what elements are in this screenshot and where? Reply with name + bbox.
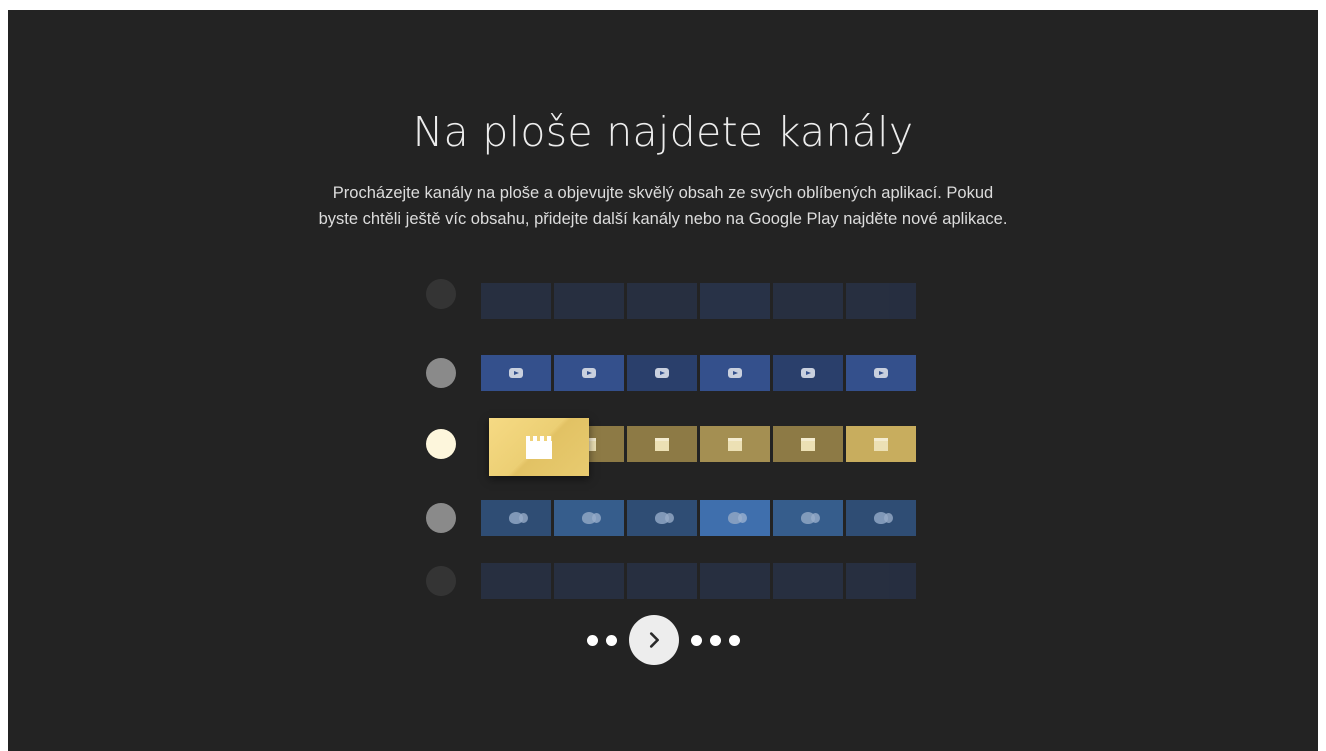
theater-masks-icon <box>874 512 893 524</box>
channel-tile <box>700 500 770 536</box>
channel-tile <box>700 426 770 462</box>
focused-channel-tile <box>489 418 589 476</box>
page-indicator-dot <box>605 634 617 646</box>
channel-row-theater <box>418 500 928 536</box>
channel-row-youtube <box>418 355 928 391</box>
channel-logo-dot <box>426 566 456 596</box>
channel-tile <box>773 426 843 462</box>
page-description: Procházejte kanály na ploše a objevujte … <box>318 184 1008 228</box>
channel-tile <box>627 283 697 319</box>
channel-tile <box>773 283 843 319</box>
youtube-icon <box>509 368 523 378</box>
channel-tile <box>554 500 624 536</box>
channel-tile <box>481 563 551 599</box>
theater-masks-icon <box>509 512 528 524</box>
clapperboard-icon <box>728 437 742 451</box>
channel-row-faded-bottom <box>418 563 928 599</box>
next-button[interactable] <box>628 615 679 665</box>
clapperboard-icon <box>874 437 888 451</box>
youtube-icon <box>874 368 888 378</box>
page-title: Na ploše najdete kanály <box>412 108 914 156</box>
channel-tile <box>773 500 843 536</box>
clapperboard-icon <box>801 437 815 451</box>
youtube-icon <box>582 368 596 378</box>
channel-logo-dot-focused <box>426 429 456 459</box>
channel-tile <box>554 355 624 391</box>
channel-tile <box>627 500 697 536</box>
channel-tile <box>627 355 697 391</box>
pager <box>8 615 1318 665</box>
theater-masks-icon <box>582 512 601 524</box>
chevron-right-icon <box>649 632 659 648</box>
channel-logo-dot <box>426 358 456 388</box>
channel-logo-dot <box>426 503 456 533</box>
channel-tile <box>627 563 697 599</box>
channel-tile <box>700 283 770 319</box>
channel-logo-dot <box>426 279 456 309</box>
page-indicator-dot <box>690 634 702 646</box>
channel-tile <box>846 355 916 391</box>
channel-tile <box>481 500 551 536</box>
channel-tile <box>846 426 916 462</box>
clapperboard-icon <box>526 435 552 459</box>
channel-tile <box>846 283 916 319</box>
channel-tile <box>773 355 843 391</box>
youtube-icon <box>655 368 669 378</box>
channel-tile <box>846 500 916 536</box>
channel-tile <box>700 355 770 391</box>
clapperboard-icon <box>655 437 669 451</box>
channel-tile <box>700 563 770 599</box>
channel-tile <box>846 563 916 599</box>
channel-row-faded-top <box>418 279 928 329</box>
theater-masks-icon <box>655 512 674 524</box>
onboarding-screen: Na ploše najdete kanály Procházejte kaná… <box>8 10 1318 751</box>
channel-tile <box>627 426 697 462</box>
channel-tile <box>554 283 624 319</box>
theater-masks-icon <box>728 512 747 524</box>
youtube-icon <box>801 368 815 378</box>
theater-masks-icon <box>801 512 820 524</box>
youtube-icon <box>728 368 742 378</box>
page-indicator-dot <box>586 634 598 646</box>
channel-tile <box>481 283 551 319</box>
page-indicator-dot <box>728 634 740 646</box>
channels-illustration <box>418 279 928 599</box>
page-indicator-dot <box>709 634 721 646</box>
channel-tile <box>554 563 624 599</box>
channel-tile <box>481 355 551 391</box>
channel-tile <box>773 563 843 599</box>
